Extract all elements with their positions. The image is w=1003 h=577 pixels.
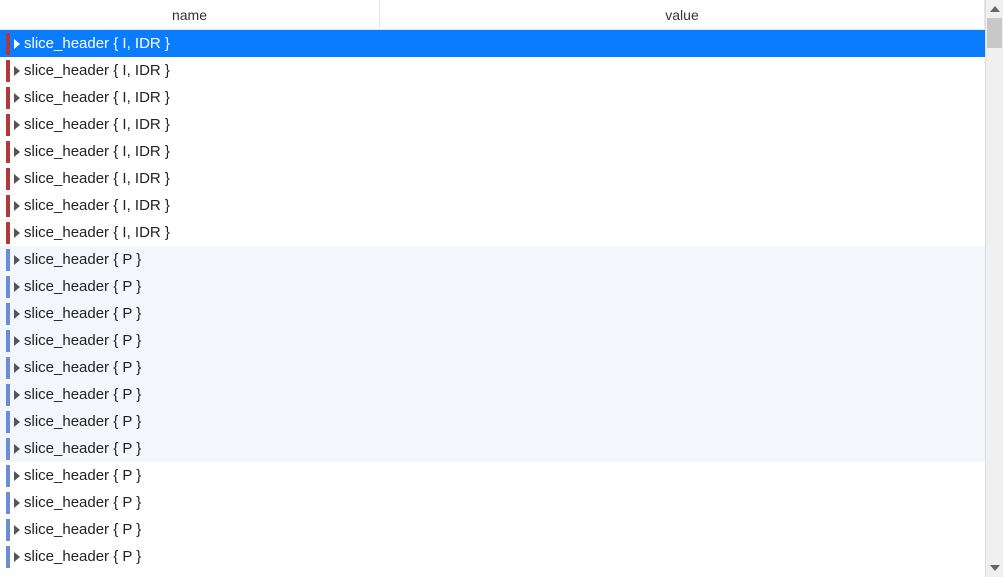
row-color-indicator <box>6 465 10 487</box>
row-label: slice_header { I, IDR } <box>24 62 170 79</box>
row-label: slice_header { P } <box>24 278 141 295</box>
expand-icon[interactable] <box>14 471 20 481</box>
row-label: slice_header { P } <box>24 467 141 484</box>
row-color-indicator <box>6 492 10 514</box>
table-row[interactable]: slice_header { I, IDR } <box>0 219 985 246</box>
table-row[interactable]: slice_header { I, IDR } <box>0 192 985 219</box>
row-label: slice_header { I, IDR } <box>24 116 170 133</box>
row-label: slice_header { P } <box>24 251 141 268</box>
row-label: slice_header { P } <box>24 332 141 349</box>
main-container: name value slice_header { I, IDR }slice_… <box>0 0 1003 577</box>
expand-icon[interactable] <box>14 525 20 535</box>
scroll-up-button[interactable] <box>986 0 1003 18</box>
row-label: slice_header { I, IDR } <box>24 170 170 187</box>
table-row[interactable]: slice_header { I, IDR } <box>0 138 985 165</box>
expand-icon[interactable] <box>14 552 20 562</box>
content-area: name value slice_header { I, IDR }slice_… <box>0 0 985 577</box>
row-color-indicator <box>6 438 10 460</box>
row-color-indicator <box>6 519 10 541</box>
table-row[interactable]: slice_header { P } <box>0 327 985 354</box>
row-label: slice_header { P } <box>24 413 141 430</box>
expand-icon[interactable] <box>14 228 20 238</box>
scroll-thumb[interactable] <box>987 18 1002 48</box>
table-row[interactable]: slice_header { P } <box>0 435 985 462</box>
table-row[interactable]: slice_header { P } <box>0 516 985 543</box>
expand-icon[interactable] <box>14 309 20 319</box>
row-label: slice_header { I, IDR } <box>24 35 170 52</box>
table-row[interactable]: slice_header { I, IDR } <box>0 111 985 138</box>
row-color-indicator <box>6 33 10 55</box>
table-row[interactable]: slice_header { P } <box>0 300 985 327</box>
row-color-indicator <box>6 357 10 379</box>
chevron-up-icon <box>990 6 1000 12</box>
row-color-indicator <box>6 60 10 82</box>
row-label: slice_header { P } <box>24 440 141 457</box>
row-label: slice_header { P } <box>24 494 141 511</box>
vertical-scrollbar[interactable] <box>985 0 1003 577</box>
row-color-indicator <box>6 276 10 298</box>
table-row[interactable]: slice_header { P } <box>0 354 985 381</box>
table-row[interactable]: slice_header { P } <box>0 246 985 273</box>
chevron-down-icon <box>990 565 1000 571</box>
row-label: slice_header { I, IDR } <box>24 224 170 241</box>
expand-icon[interactable] <box>14 363 20 373</box>
row-color-indicator <box>6 546 10 568</box>
table-row[interactable]: slice_header { P } <box>0 489 985 516</box>
row-color-indicator <box>6 384 10 406</box>
row-color-indicator <box>6 195 10 217</box>
row-color-indicator <box>6 87 10 109</box>
row-label: slice_header { I, IDR } <box>24 89 170 106</box>
table-row[interactable]: slice_header { P } <box>0 408 985 435</box>
row-label: slice_header { P } <box>24 386 141 403</box>
expand-icon[interactable] <box>14 417 20 427</box>
row-color-indicator <box>6 330 10 352</box>
scroll-track[interactable] <box>986 18 1003 559</box>
expand-icon[interactable] <box>14 498 20 508</box>
row-color-indicator <box>6 114 10 136</box>
table-body: slice_header { I, IDR } slice_header { I,… <box>0 30 985 577</box>
expand-icon[interactable] <box>14 174 20 184</box>
row-label: slice_header { P } <box>24 521 141 538</box>
expand-icon[interactable] <box>14 255 20 265</box>
row-color-indicator <box>6 411 10 433</box>
row-label: slice_header { P } <box>24 548 141 565</box>
table-header: name value <box>0 0 985 30</box>
table-row[interactable]: slice_header { I, IDR } <box>0 30 985 57</box>
row-label: slice_header { P } <box>24 305 141 322</box>
expand-icon[interactable] <box>14 147 20 157</box>
expand-icon[interactable] <box>14 93 20 103</box>
row-color-indicator <box>6 249 10 271</box>
row-color-indicator <box>6 303 10 325</box>
column-header-value[interactable]: value <box>380 0 985 29</box>
table-row[interactable]: slice_header { I, IDR } <box>0 84 985 111</box>
row-label: slice_header { I, IDR } <box>24 197 170 214</box>
expand-icon[interactable] <box>14 336 20 346</box>
expand-icon[interactable] <box>14 66 20 76</box>
table-row[interactable]: slice_header { I, IDR } <box>0 165 985 192</box>
row-color-indicator <box>6 141 10 163</box>
scroll-down-button[interactable] <box>986 559 1003 577</box>
table-row[interactable]: slice_header { P } <box>0 462 985 489</box>
expand-icon[interactable] <box>14 282 20 292</box>
expand-icon[interactable] <box>14 120 20 130</box>
table-row[interactable]: slice_header { I, IDR } <box>0 57 985 84</box>
table-row[interactable]: slice_header { P } <box>0 381 985 408</box>
column-header-name[interactable]: name <box>0 0 380 29</box>
table-row[interactable]: slice_header { P } <box>0 273 985 300</box>
expand-icon[interactable] <box>14 444 20 454</box>
expand-icon[interactable] <box>14 390 20 400</box>
expand-icon[interactable] <box>14 201 20 211</box>
row-color-indicator <box>6 168 10 190</box>
expand-icon[interactable] <box>14 39 20 49</box>
row-color-indicator <box>6 222 10 244</box>
row-label: slice_header { P } <box>24 359 141 376</box>
table-row[interactable]: slice_header { P } <box>0 543 985 570</box>
row-label: slice_header { I, IDR } <box>24 143 170 160</box>
